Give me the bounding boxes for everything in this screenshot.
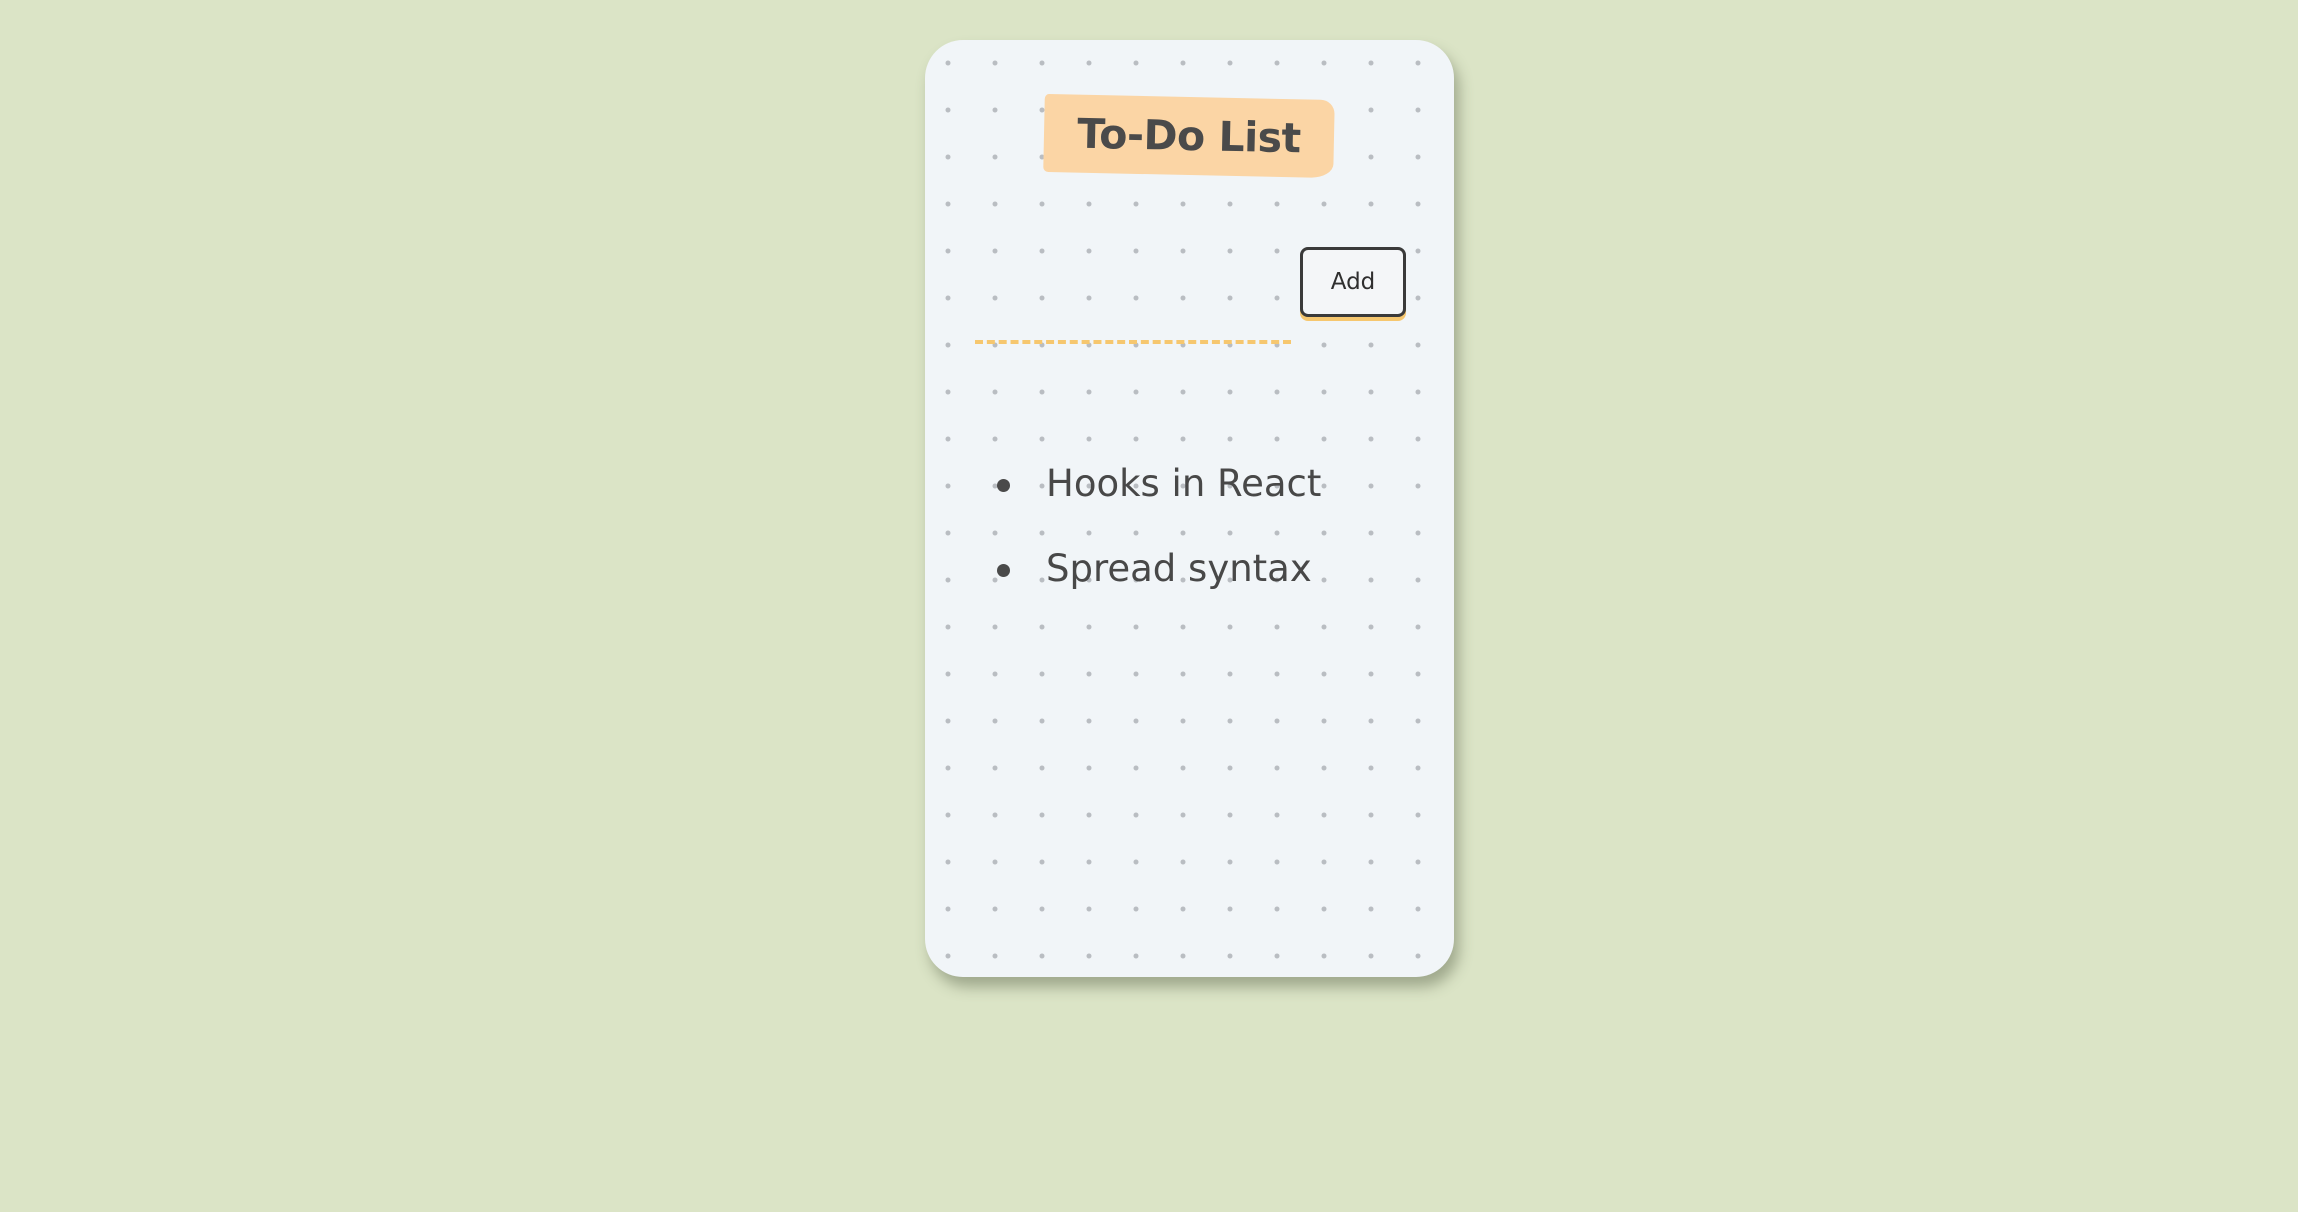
todo-list: Hooks in React Spread syntax [925, 442, 1385, 612]
list-item[interactable]: Spread syntax [925, 527, 1385, 612]
bullet-icon [997, 479, 1010, 492]
todo-input[interactable] [975, 294, 1291, 344]
todo-item-text: Hooks in React [1046, 462, 1322, 505]
add-button[interactable]: Add [1300, 247, 1406, 317]
bullet-icon [997, 564, 1010, 577]
todo-card: To-Do List Add Hooks in React Spread syn… [925, 40, 1454, 977]
todo-item-text: Spread syntax [1046, 547, 1312, 590]
page-title: To-Do List [1076, 109, 1302, 163]
list-item[interactable]: Hooks in React [925, 442, 1385, 527]
